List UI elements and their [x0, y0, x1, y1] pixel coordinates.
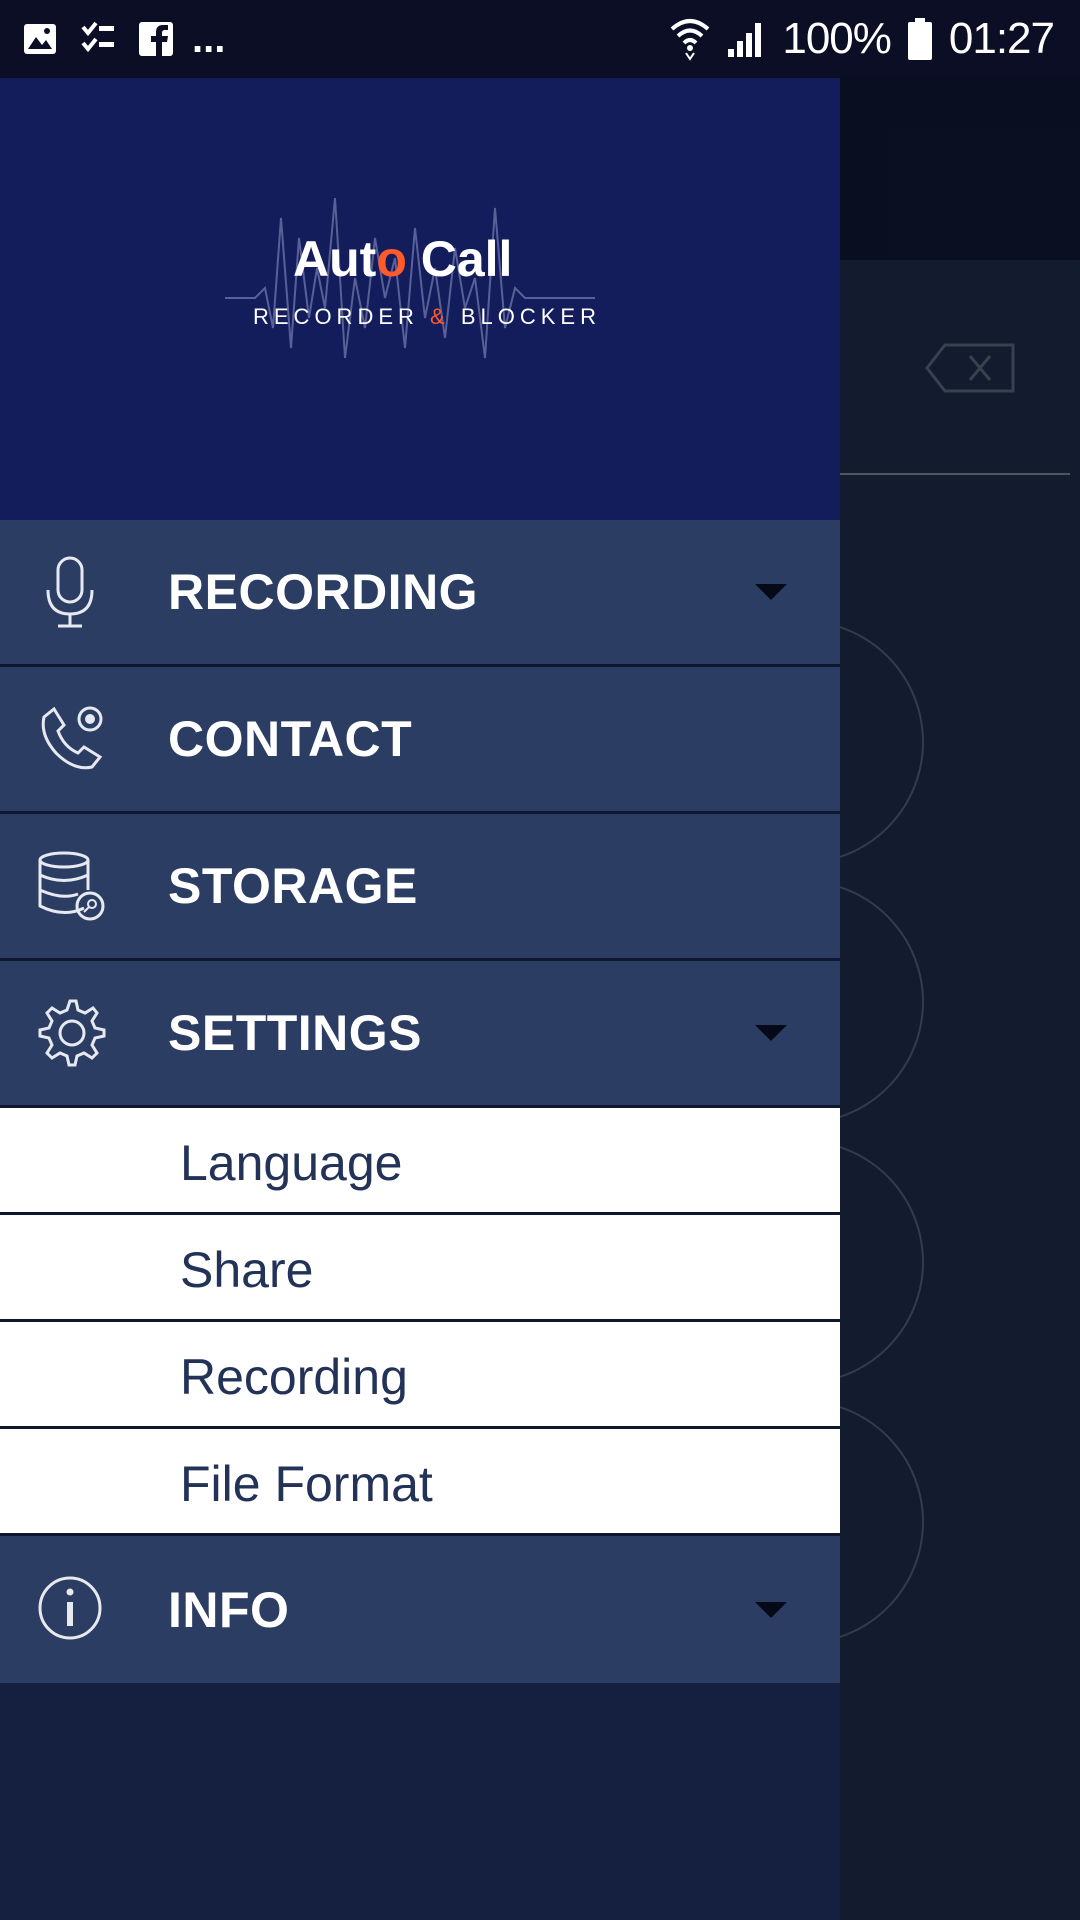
gallery-icon: [22, 21, 58, 57]
status-overflow: ...: [192, 16, 226, 61]
menu-label-storage: STORAGE: [168, 858, 418, 914]
drawer-header: Auto Call RECORDER & BLOCKER: [0, 78, 840, 520]
submenu-label-share: Share: [180, 1242, 314, 1298]
submenu-label-recording: Recording: [180, 1349, 408, 1405]
chevron-down-icon: [755, 1601, 787, 1618]
drawer-scrim[interactable]: [840, 78, 1080, 1920]
menu-label-recording: RECORDING: [168, 564, 479, 620]
chevron-down-icon: [755, 584, 787, 600]
submenu-label-language: Language: [180, 1135, 403, 1191]
microphone-icon: [46, 556, 94, 628]
logo-subtitle: RECORDER & BLOCKER: [253, 304, 601, 329]
submenu-label-file-format: File Format: [180, 1456, 433, 1512]
battery-icon: [907, 17, 933, 61]
menu-item-settings[interactable]: SETTINGS: [0, 961, 840, 1108]
menu-item-recording[interactable]: RECORDING: [0, 520, 840, 667]
menu-label-settings: SETTINGS: [168, 1005, 423, 1061]
phone-contact-icon: [41, 706, 103, 770]
logo-title: Auto Call: [293, 231, 513, 287]
menu-label-contact: CONTACT: [168, 711, 413, 767]
submenu-item-recording[interactable]: Recording: [0, 1322, 840, 1429]
menu-item-storage[interactable]: STORAGE: [0, 814, 840, 961]
menu-item-info[interactable]: INFO: [0, 1536, 840, 1683]
status-bar: ... 100% 01:27: [0, 0, 1080, 78]
drawer-menu: RECORDING CONTACT STORAGE SETTINGS Langu…: [0, 520, 840, 1683]
facebook-icon: [138, 21, 174, 57]
navigation-drawer: Auto Call RECORDER & BLOCKER RECORDING C…: [0, 78, 840, 1920]
wifi-icon: [670, 17, 710, 61]
database-icon: [38, 851, 105, 921]
clock: 01:27: [948, 14, 1055, 63]
app-logo: Auto Call RECORDER & BLOCKER: [225, 178, 596, 378]
submenu-item-file-format[interactable]: File Format: [0, 1429, 840, 1536]
menu-label-info: INFO: [168, 1581, 290, 1638]
chevron-down-icon: [755, 1025, 787, 1041]
menu-item-contact[interactable]: CONTACT: [0, 667, 840, 814]
info-icon: [38, 1576, 102, 1640]
signal-icon: [726, 19, 766, 59]
gear-icon: [38, 999, 106, 1067]
submenu-item-share[interactable]: Share: [0, 1215, 840, 1322]
checklist-icon: [80, 21, 116, 57]
submenu-item-language[interactable]: Language: [0, 1108, 840, 1215]
battery-percent: 100%: [782, 14, 892, 63]
